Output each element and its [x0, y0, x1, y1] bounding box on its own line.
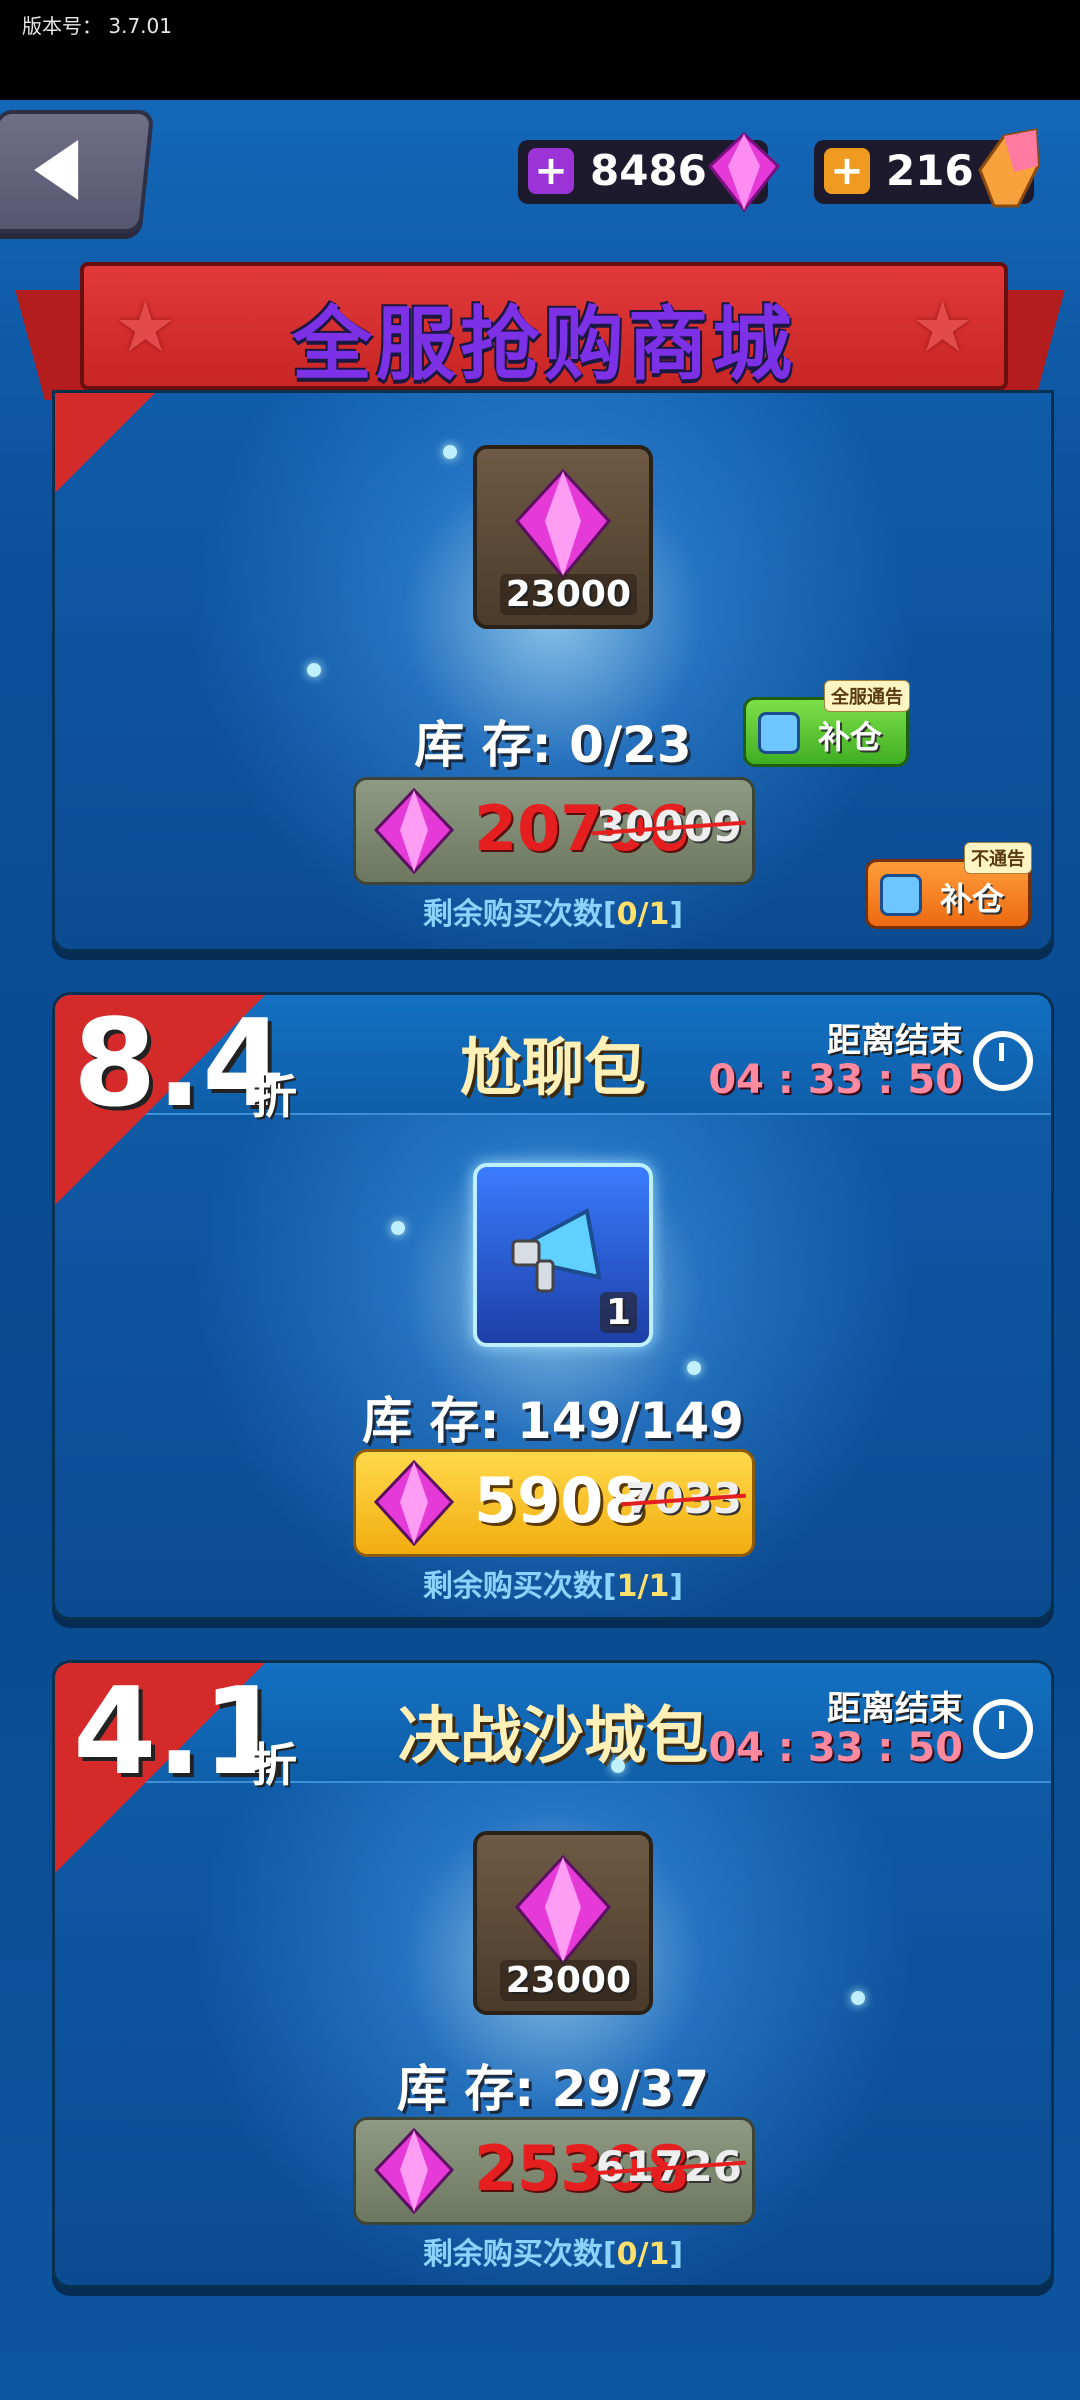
item-quantity: 23000	[499, 1960, 637, 2001]
stopwatch-icon	[973, 1699, 1033, 1759]
buy-button[interactable]: 25308 61726	[353, 2117, 755, 2225]
back-arrow-icon	[34, 140, 79, 200]
star-icon: ★	[911, 286, 974, 368]
gem-icon	[515, 469, 611, 579]
restock-silent-button[interactable]: 补仓 不通告	[865, 842, 1032, 929]
add-gems-button[interactable]: +	[528, 148, 574, 194]
crystal-icon	[978, 128, 1040, 208]
sale-price: 5908	[474, 1464, 647, 1537]
gem-icon	[708, 132, 780, 212]
gem-amount: 8486	[590, 146, 707, 195]
tv-ad-icon	[758, 712, 800, 754]
discount-corner	[55, 393, 155, 493]
tv-ad-icon	[880, 874, 922, 916]
gem-icon	[374, 2128, 454, 2214]
buy-button[interactable]: 20706 30009	[353, 777, 755, 885]
stock-label: 库 存: 29/37	[396, 2060, 710, 2118]
add-crystals-button[interactable]: +	[824, 148, 870, 194]
stock-label: 库 存: 149/149	[362, 1392, 744, 1450]
back-button[interactable]	[0, 110, 155, 233]
notice-tag: 不通告	[964, 842, 1032, 874]
remaining-purchases: 剩余购买次数[1/1]	[422, 1569, 684, 1604]
countdown-timer: 04 : 33 : 50	[708, 1725, 963, 1771]
original-price: 30009	[591, 802, 746, 851]
original-price: 7033	[621, 1474, 746, 1523]
item-slot[interactable]: 1	[473, 1163, 653, 1347]
item-slot[interactable]: 23000	[473, 1831, 653, 2015]
buy-button[interactable]: 5908 7033	[353, 1449, 755, 1557]
notice-tag: 全服通告	[824, 680, 910, 712]
status-bar: 版本号： 3.7.01	[0, 0, 1080, 100]
gem-icon	[515, 1855, 611, 1965]
megaphone-icon	[511, 1207, 602, 1293]
shop-item-card: 23000 库 存: 0/23 补仓 全服通告 20706 30009 剩余购买…	[52, 390, 1054, 952]
countdown-timer: 04 : 33 : 50	[708, 1057, 963, 1103]
timer-label: 距离结束	[827, 1689, 963, 1729]
shop-banner: ★ 全服抢购商城 ★	[80, 262, 1008, 391]
gem-icon	[374, 1460, 454, 1546]
crystal-amount: 216	[886, 146, 974, 195]
gem-icon	[374, 788, 454, 874]
banner-title: 全服抢购商城	[292, 298, 796, 391]
item-quantity: 23000	[499, 574, 637, 615]
original-price: 61726	[591, 2142, 746, 2191]
remaining-purchases: 剩余购买次数[0/1]	[422, 2237, 684, 2272]
crystal-counter: + 216	[814, 128, 1040, 208]
shop-item-card: 8.4 折 尬聊包 距离结束 04 : 33 : 50 1 库 存: 149/1…	[52, 992, 1054, 1620]
item-slot[interactable]: 23000	[473, 445, 653, 629]
restock-global-button[interactable]: 补仓 全服通告	[743, 680, 910, 767]
version-label: 版本号： 3.7.01	[22, 14, 172, 38]
gem-counter: + 8486	[518, 132, 780, 212]
timer-label: 距离结束	[827, 1021, 963, 1061]
shop-item-card: 4.1 折 决战沙城包 距离结束 04 : 33 : 50 23000 库 存:…	[52, 1660, 1054, 2288]
item-quantity: 1	[599, 1292, 637, 1333]
stopwatch-icon	[973, 1031, 1033, 1091]
